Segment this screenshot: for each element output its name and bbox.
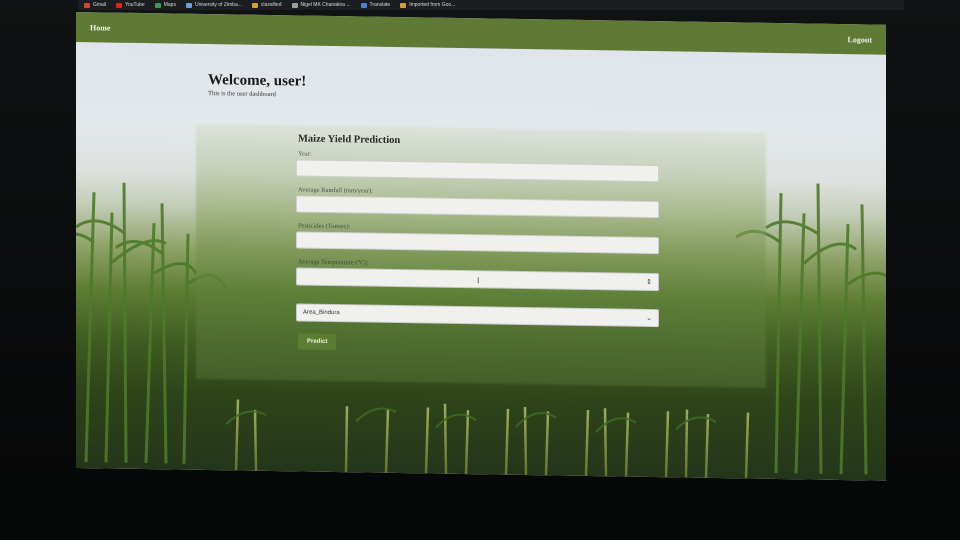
- year-input[interactable]: [296, 159, 659, 183]
- bookmark-university[interactable]: University of Zimba...: [185, 2, 242, 8]
- translate-icon: [360, 2, 367, 8]
- x-icon: [291, 2, 298, 8]
- bookmark-classified[interactable]: classified: [251, 2, 282, 8]
- maps-icon: [154, 2, 161, 8]
- text-cursor-icon: I: [477, 275, 480, 286]
- folder-icon: [251, 2, 258, 8]
- predict-button[interactable]: Predict: [298, 333, 337, 351]
- bookmark-imported[interactable]: Imported from Goo...: [400, 2, 455, 8]
- monitor-bezel: Gmail YouTube Maps University of Zimba..…: [0, 0, 960, 540]
- area-select-value: Area_Bindura: [303, 309, 340, 317]
- bookmark-gmail[interactable]: Gmail: [84, 2, 106, 8]
- rainfall-input[interactable]: [296, 195, 659, 219]
- bookmark-nigel[interactable]: Nigel MK Chanakira ...: [291, 2, 351, 8]
- bookmark-youtube[interactable]: YouTube: [116, 2, 145, 8]
- pesticides-input[interactable]: [296, 231, 659, 255]
- gmail-icon: [84, 2, 90, 8]
- browser-viewport: Home Logout Welcome, user! This is the u…: [76, 12, 886, 481]
- welcome-header: Welcome, user! This is the user dashboar…: [208, 72, 306, 99]
- youtube-icon: [116, 2, 123, 8]
- bookmarks-bar: Gmail YouTube Maps University of Zimba..…: [78, 0, 904, 10]
- chevron-down-icon: ⌄: [646, 314, 652, 323]
- welcome-title: Welcome, user!: [208, 72, 307, 90]
- home-link[interactable]: Home: [90, 23, 110, 32]
- prediction-form: Maize Yield Prediction Year: Average Rai…: [296, 133, 661, 355]
- bookmark-maps[interactable]: Maps: [154, 2, 176, 8]
- stepper-icon[interactable]: ⇕: [646, 278, 652, 286]
- temperature-input[interactable]: I ⇕: [296, 267, 659, 292]
- folder-icon: [400, 2, 407, 8]
- logout-link[interactable]: Logout: [848, 35, 872, 44]
- university-icon: [185, 2, 192, 8]
- bookmark-translate[interactable]: Translate: [360, 2, 390, 8]
